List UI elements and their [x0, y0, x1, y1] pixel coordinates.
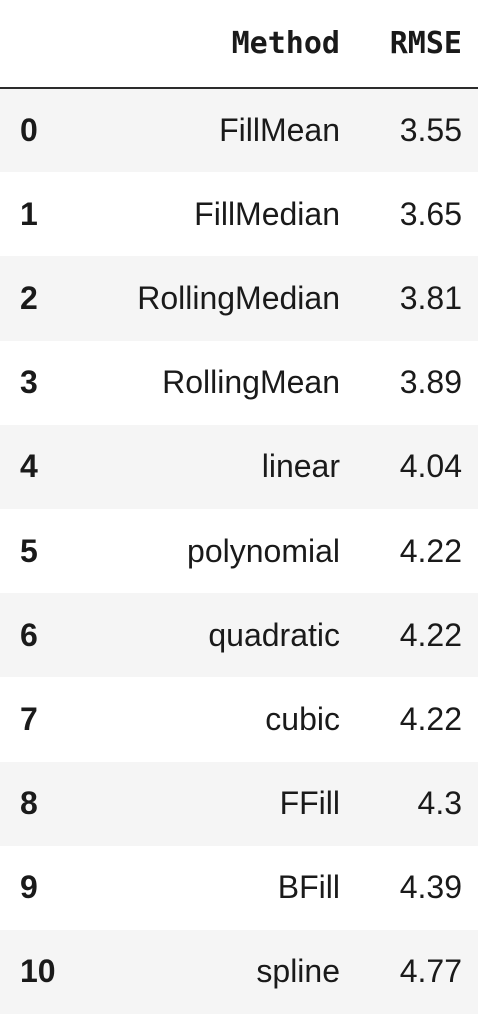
method-cell: RollingMean	[162, 364, 340, 401]
method-cell: FillMedian	[194, 195, 340, 232]
method-cell: quadratic	[208, 616, 340, 653]
table-row: 5 polynomial 4.22	[0, 508, 478, 594]
table-row: 1 FillMedian 3.65	[0, 172, 478, 257]
row-index: 0	[20, 112, 38, 149]
rmse-column-header: RMSE	[352, 0, 478, 89]
row-index: 10	[20, 953, 56, 990]
table-row: 0 FillMean 3.55	[0, 88, 478, 173]
method-cell: polynomial	[187, 532, 340, 569]
rmse-cell: 3.81	[399, 279, 462, 316]
table-row: 10 spline 4.77	[0, 929, 478, 1015]
rmse-cell: 3.65	[399, 195, 462, 232]
row-index: 5	[20, 532, 38, 569]
table-row: 3 RollingMean 3.89	[0, 340, 478, 425]
row-index: 8	[20, 785, 38, 822]
rmse-cell: 3.89	[399, 364, 462, 401]
table-row: 8 FFill 4.3	[0, 761, 478, 846]
table-row: 2 RollingMedian 3.81	[0, 256, 478, 341]
dataframe-output: Method RMSE 0 FillMean 3.55 1 FillMedian 3.65…	[0, 0, 478, 1024]
method-cell: spline	[256, 953, 340, 990]
method-cell: FillMean	[219, 112, 340, 149]
method-cell: linear	[261, 448, 340, 485]
rmse-cell: 4.3	[417, 785, 462, 822]
row-index: 7	[20, 700, 38, 737]
table-row: 6 quadratic 4.22	[0, 593, 478, 678]
table-row: 9 BFill 4.39	[0, 845, 478, 930]
rmse-cell: 4.39	[399, 869, 462, 906]
row-index: 6	[20, 616, 38, 653]
row-index: 2	[20, 279, 38, 316]
row-index: 4	[20, 448, 38, 485]
table-header: Method RMSE	[0, 0, 478, 89]
method-cell: cubic	[265, 700, 340, 737]
rmse-cell: 4.22	[399, 616, 462, 653]
header-row: Method RMSE	[0, 0, 478, 89]
table-body: 0 FillMean 3.55 1 FillMedian 3.65 2 RollingMedi…	[0, 88, 478, 1015]
row-index: 3	[20, 364, 38, 401]
rmse-cell: 4.77	[399, 953, 462, 990]
row-index: 9	[20, 869, 38, 906]
method-cell: BFill	[277, 869, 340, 906]
rmse-cell: 4.22	[399, 700, 462, 737]
table-row: 4 linear 4.04	[0, 424, 478, 509]
rmse-cell: 3.55	[399, 112, 462, 149]
method-cell: FFill	[279, 785, 340, 822]
row-index: 1	[20, 195, 38, 232]
index-column-header	[0, 0, 82, 89]
method-cell: RollingMedian	[137, 279, 340, 316]
rmse-cell: 4.04	[399, 448, 462, 485]
method-column-header: Method	[82, 0, 352, 89]
results-table: Method RMSE 0 FillMean 3.55 1 FillMedian 3.65…	[0, 0, 478, 1015]
rmse-cell: 4.22	[399, 532, 462, 569]
table-row: 7 cubic 4.22	[0, 677, 478, 762]
